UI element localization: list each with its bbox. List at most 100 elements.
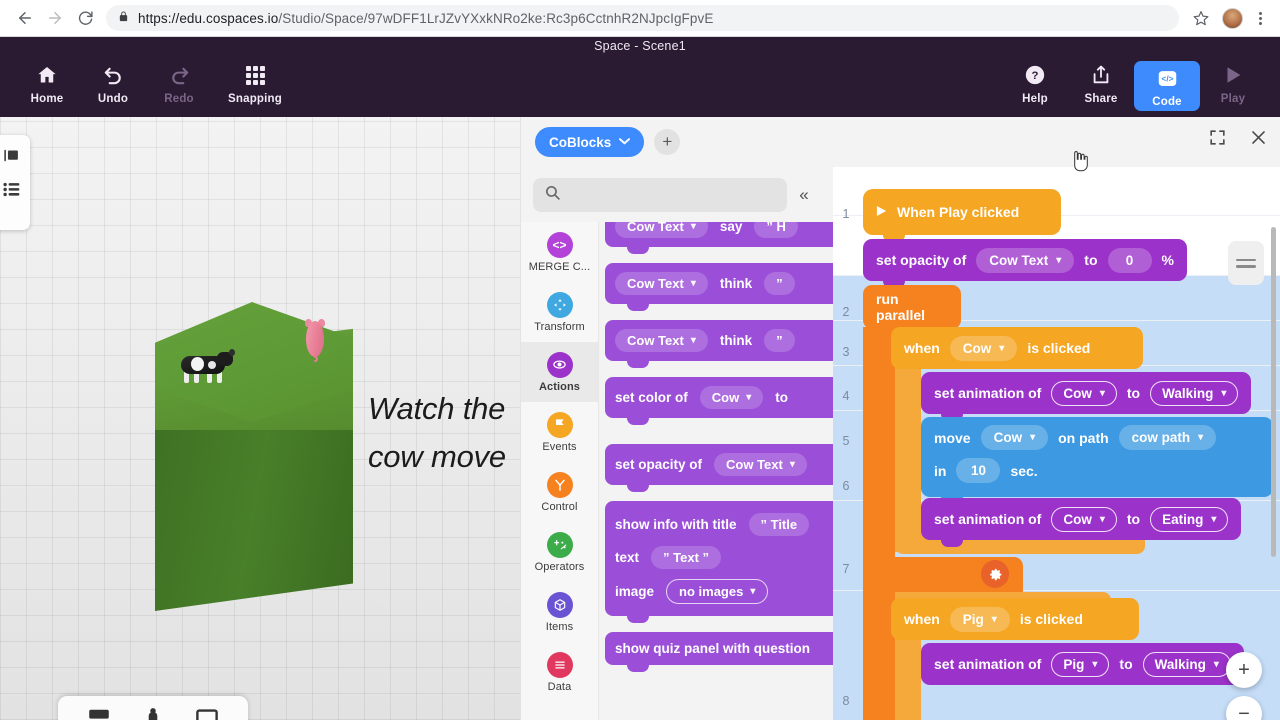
rectangle-icon[interactable]: [88, 708, 110, 720]
add-tab-button[interactable]: +: [654, 129, 681, 155]
category-merge-c[interactable]: <> MERGE C...: [521, 222, 598, 282]
animation-dropdown[interactable]: Walking ▾: [1150, 380, 1239, 406]
object-dropdown[interactable]: Cow ▾: [949, 335, 1018, 361]
eye-icon: [546, 351, 573, 378]
chevron-down-icon: ▾: [1092, 658, 1098, 670]
object-dropdown[interactable]: Pig ▾: [949, 606, 1010, 632]
image-dropdown[interactable]: no images ▾: [666, 579, 769, 604]
block-set-animation-cow-eating[interactable]: set animation of Cow ▾ to Eating ▾: [921, 498, 1242, 547]
text-field[interactable]: ”: [764, 272, 795, 295]
category-label: Events: [542, 440, 577, 453]
avatar[interactable]: [1222, 7, 1243, 29]
undo-icon: [102, 61, 125, 89]
line-number: 3: [842, 345, 850, 359]
object-dropdown[interactable]: Cow Text ▾: [615, 272, 708, 295]
block-when-cow-clicked[interactable]: when Cow ▾ is clicked: [891, 327, 1143, 369]
block-run-parallel[interactable]: run parallel: [863, 285, 961, 329]
dropdown-value: Eating: [1162, 511, 1204, 527]
kebab-menu-icon[interactable]: [1250, 11, 1270, 25]
block-label-on-path: on path: [1058, 429, 1109, 446]
block-set-animation-cow-walking[interactable]: set animation of Cow ▾ to Walking ▾: [921, 372, 1252, 421]
text-field[interactable]: ” Text ”: [651, 546, 722, 569]
chevron-down-icon: [619, 137, 631, 148]
block-label-to: to: [1119, 656, 1133, 672]
back-arrow-icon[interactable]: [10, 3, 40, 33]
opacity-value-field[interactable]: 0: [1107, 247, 1152, 273]
block-label: set animation of: [934, 656, 1042, 672]
object-dropdown[interactable]: Cow Text ▾: [615, 222, 708, 238]
block-label: move: [934, 429, 971, 446]
duration-field[interactable]: 10: [956, 458, 1001, 483]
category-items[interactable]: Items: [521, 582, 598, 642]
grass-cube-object[interactable]: [155, 302, 353, 642]
text-field[interactable]: ” H: [754, 222, 798, 238]
category-actions[interactable]: Actions: [521, 342, 598, 402]
category-control[interactable]: Control: [521, 462, 598, 522]
forward-arrow-icon[interactable]: [40, 3, 70, 33]
object-dropdown[interactable]: Cow Text ▾: [976, 247, 1075, 273]
address-bar[interactable]: https://edu.cospaces.io/Studio/Space/97w…: [106, 5, 1179, 31]
category-events[interactable]: Events: [521, 402, 598, 462]
cow-object[interactable]: [177, 348, 235, 383]
block-when-pig-clicked[interactable]: when Pig ▾ is clicked: [891, 598, 1139, 640]
image-gallery-icon[interactable]: [3, 147, 20, 164]
text-field[interactable]: ”: [764, 329, 795, 352]
share-button[interactable]: Share: [1068, 61, 1134, 111]
line-number: 5: [842, 434, 850, 448]
scene-viewport[interactable]: Watch the cow move: [0, 117, 520, 720]
code-workspace[interactable]: 1 2 3 4 5 6 7 8 9 When Play clicked se: [833, 167, 1280, 720]
tab-coblocks[interactable]: CoBlocks: [535, 127, 645, 157]
search-input[interactable]: [533, 177, 787, 212]
cube-front-face: [155, 415, 353, 611]
scene-bottom-toolbar: [58, 696, 248, 720]
zoom-in-button[interactable]: +: [1226, 652, 1262, 688]
object-dropdown[interactable]: Pig ▾: [1051, 651, 1110, 677]
list-icon[interactable]: [2, 182, 20, 197]
text-value: ” Title: [760, 517, 798, 532]
close-icon[interactable]: [1249, 128, 1268, 147]
title-field[interactable]: ” Title: [748, 513, 810, 536]
reload-icon[interactable]: [70, 3, 100, 33]
animation-dropdown[interactable]: Walking ▾: [1142, 651, 1231, 677]
block-label: image: [615, 584, 655, 599]
person-icon[interactable]: [147, 707, 159, 720]
category-transform[interactable]: Transform: [521, 282, 598, 342]
category-operators[interactable]: Operators: [521, 522, 598, 582]
undo-button[interactable]: Undo: [80, 61, 146, 105]
tab-coblocks-label: CoBlocks: [549, 134, 612, 150]
block-label-sec: sec.: [1010, 462, 1038, 479]
redo-button[interactable]: Redo: [146, 61, 212, 105]
double-chevron-left-icon[interactable]: «: [787, 185, 821, 205]
workspace-scrollbar[interactable]: [1271, 227, 1276, 557]
category-data[interactable]: Data: [521, 642, 598, 702]
block-when-play-clicked[interactable]: When Play clicked: [863, 189, 1061, 242]
share-icon: [1090, 61, 1112, 89]
block-label-tail: is clicked: [1027, 340, 1091, 356]
svg-text:?: ?: [1032, 70, 1039, 82]
gear-icon[interactable]: [981, 560, 1009, 588]
cow-ear: [229, 349, 235, 356]
block-set-animation-pig-walking[interactable]: set animation of Pig ▾ to Walking ▾: [921, 643, 1244, 685]
object-dropdown[interactable]: Cow ▾: [1051, 506, 1117, 532]
home-button[interactable]: Home: [14, 61, 80, 105]
code-button[interactable]: </> Code: [1134, 61, 1200, 111]
block-set-opacity-cow-text[interactable]: set opacity of Cow Text ▾ to 0 %: [863, 239, 1187, 288]
pig-object[interactable]: [303, 318, 327, 362]
object-dropdown[interactable]: Cow Text ▾: [615, 329, 708, 352]
animation-dropdown[interactable]: Eating ▾: [1150, 506, 1229, 532]
path-dropdown[interactable]: cow path ▾: [1118, 425, 1217, 450]
drag-handle-icon[interactable]: [1228, 241, 1264, 285]
camera-icon[interactable]: [195, 708, 218, 720]
object-dropdown[interactable]: Cow ▾: [699, 386, 764, 409]
object-dropdown[interactable]: Cow ▾: [980, 425, 1049, 450]
dropdown-value: Cow: [1063, 511, 1092, 527]
object-dropdown[interactable]: Cow Text ▾: [714, 453, 807, 476]
block-move-cow-on-path[interactable]: move Cow ▾ on path cow path ▾ in 10 sec.: [921, 417, 1273, 504]
fullscreen-icon[interactable]: [1208, 128, 1227, 147]
help-button[interactable]: ? Help: [1002, 61, 1068, 111]
chevron-down-icon: ▾: [1213, 658, 1219, 670]
object-dropdown[interactable]: Cow ▾: [1051, 380, 1117, 406]
snapping-button[interactable]: Snapping: [212, 61, 298, 105]
star-icon[interactable]: [1187, 10, 1215, 26]
play-button[interactable]: Play: [1200, 61, 1266, 111]
